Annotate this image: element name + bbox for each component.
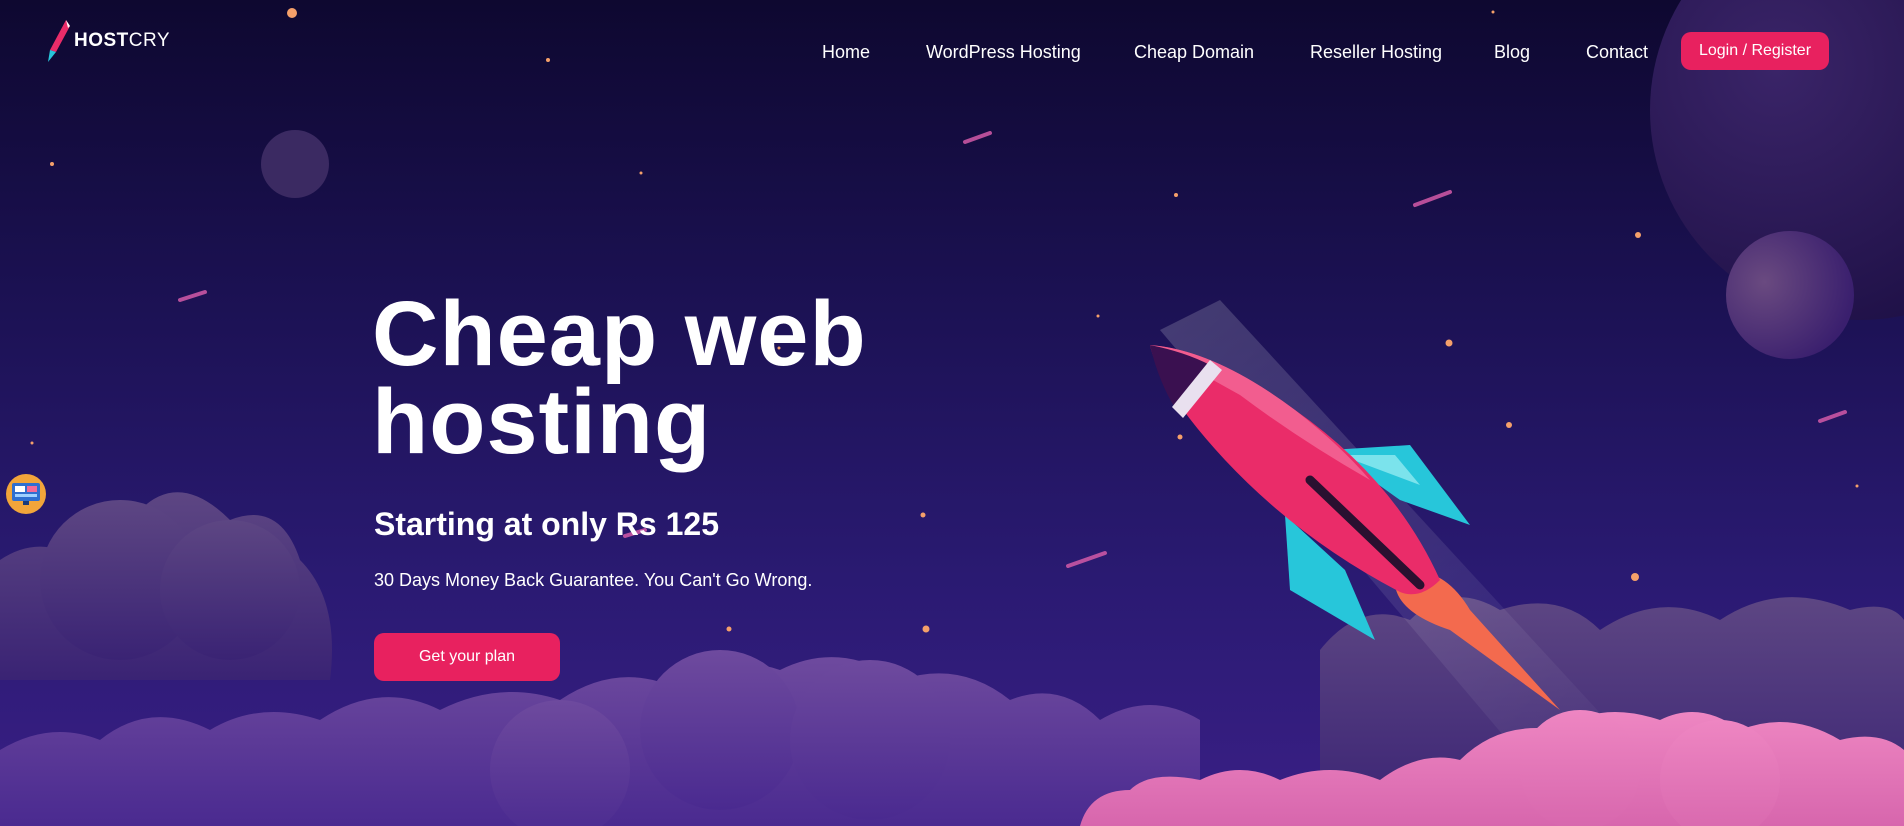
nav-cheap-domain[interactable]: Cheap Domain <box>1134 42 1254 63</box>
planet-medium <box>1726 231 1854 359</box>
background-illustration <box>0 0 1904 826</box>
hero-subtitle: Starting at only Rs 125 <box>374 506 719 542</box>
hero-scene: HOSTCRY Home WordPress Hosting Cheap Dom… <box>0 0 1904 826</box>
nav-contact[interactable]: Contact <box>1586 42 1648 63</box>
hero-title-line2: hosting <box>372 371 712 473</box>
side-chat-widget[interactable] <box>6 474 46 514</box>
nav-reseller-hosting[interactable]: Reseller Hosting <box>1310 42 1442 63</box>
planet-small <box>261 130 329 198</box>
rocket-logo-icon <box>48 20 70 62</box>
hero-title: Cheap web hosting <box>372 283 867 473</box>
stars <box>30 8 1859 633</box>
nav-home[interactable]: Home <box>822 42 870 63</box>
hero-guarantee-note: 30 Days Money Back Guarantee. You Can't … <box>374 570 813 590</box>
hero-title-line1: Cheap web <box>372 283 867 385</box>
nav-blog[interactable]: Blog <box>1494 42 1530 63</box>
brand-name: HOSTCRY <box>74 30 171 51</box>
monitor-chat-icon <box>12 483 40 505</box>
get-your-plan-button[interactable]: Get your plan <box>374 633 560 681</box>
nav-wordpress-hosting[interactable]: WordPress Hosting <box>926 42 1081 63</box>
brand-logo[interactable]: HOSTCRY <box>46 18 170 64</box>
login-register-button[interactable]: Login / Register <box>1681 32 1829 70</box>
